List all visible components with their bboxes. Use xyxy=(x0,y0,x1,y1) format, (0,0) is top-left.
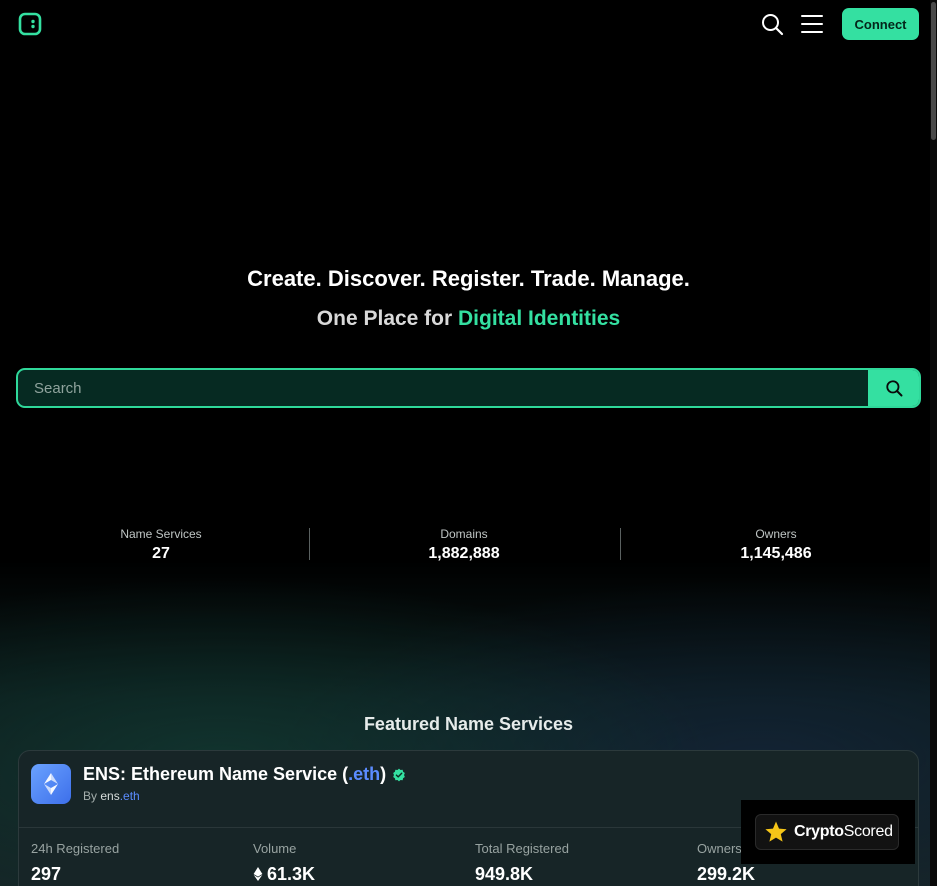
metric-value: 949.8K xyxy=(475,864,534,884)
cryptoscored-badge: CryptoScored xyxy=(741,800,915,864)
stat-owners: Owners 1,145,486 xyxy=(626,526,926,564)
hero-tagline: Create. Discover. Register. Trade. Manag… xyxy=(0,266,937,292)
star-icon xyxy=(765,821,787,842)
tagline-word: Trade. xyxy=(530,266,596,291)
logo-icon[interactable] xyxy=(18,12,42,36)
metric-total-registered: Total Registered 949.8K xyxy=(475,841,569,885)
service-tld: .eth xyxy=(348,764,381,784)
menu-icon[interactable] xyxy=(800,12,824,36)
brand-light: Scored xyxy=(843,823,893,840)
badge-brand: CryptoScored xyxy=(794,823,893,841)
brand-bold: Crypto xyxy=(794,823,844,840)
stat-label: Owners xyxy=(755,527,797,541)
search-icon xyxy=(885,380,902,397)
card-owner: By ens.eth xyxy=(83,789,140,803)
metric-24h-registered: 24h Registered 297 xyxy=(31,841,119,885)
metric-label: Volume xyxy=(253,841,297,856)
search-icon[interactable] xyxy=(760,12,784,36)
search-button[interactable] xyxy=(868,370,919,406)
hero-subtitle: One Place for Digital Identities xyxy=(0,307,937,331)
stat-label: Name Services xyxy=(120,527,202,541)
stat-value: 1,882,888 xyxy=(428,545,500,562)
owner-name[interactable]: ens xyxy=(100,789,119,803)
tagline-word: Manage. xyxy=(601,266,690,291)
stat-divider xyxy=(309,528,310,560)
metric-value: 61.3K xyxy=(253,863,315,885)
stat-name-services: Name Services 27 xyxy=(11,526,311,564)
stat-value: 27 xyxy=(152,545,170,562)
owner-tld[interactable]: .eth xyxy=(120,789,140,803)
by-prefix: By xyxy=(83,789,101,803)
metric-value: 297 xyxy=(31,864,62,884)
stat-value: 1,145,486 xyxy=(740,545,812,562)
search-input[interactable] xyxy=(18,370,870,406)
stat-label: Domains xyxy=(440,527,488,541)
metric-label: 24h Registered xyxy=(31,841,120,856)
service-name: ENS: Ethereum Name Service ( xyxy=(83,764,349,784)
ens-logo-icon xyxy=(31,764,71,804)
eth-icon xyxy=(253,867,263,881)
connect-button[interactable]: Connect xyxy=(842,8,919,40)
tagline-word: Create. xyxy=(247,266,322,291)
metric-volume: Volume 61.3K xyxy=(253,841,315,885)
search-bar xyxy=(16,368,921,408)
featured-title: Featured Name Services xyxy=(363,714,574,734)
subtitle-prefix: One Place for xyxy=(316,307,459,330)
metric-value: 299.2K xyxy=(697,864,756,884)
tagline-word: Register. xyxy=(431,266,525,291)
verified-icon xyxy=(393,768,405,782)
subtitle-accent: Digital Identities xyxy=(458,307,621,330)
volume-value: 61.3K xyxy=(267,864,316,884)
tagline-word: Discover. xyxy=(327,266,426,291)
service-name-close: ) xyxy=(380,764,387,784)
card-title[interactable]: ENS: Ethereum Name Service (.eth) xyxy=(83,764,406,785)
scrollbar-thumb[interactable] xyxy=(931,2,936,140)
metric-label: Total Registered xyxy=(475,841,569,856)
stat-divider xyxy=(620,528,621,560)
scrollbar[interactable] xyxy=(930,0,937,886)
cryptoscored-link[interactable]: CryptoScored xyxy=(755,814,899,850)
header: Connect xyxy=(0,0,930,48)
stat-domains: Domains 1,882,888 xyxy=(314,526,614,564)
